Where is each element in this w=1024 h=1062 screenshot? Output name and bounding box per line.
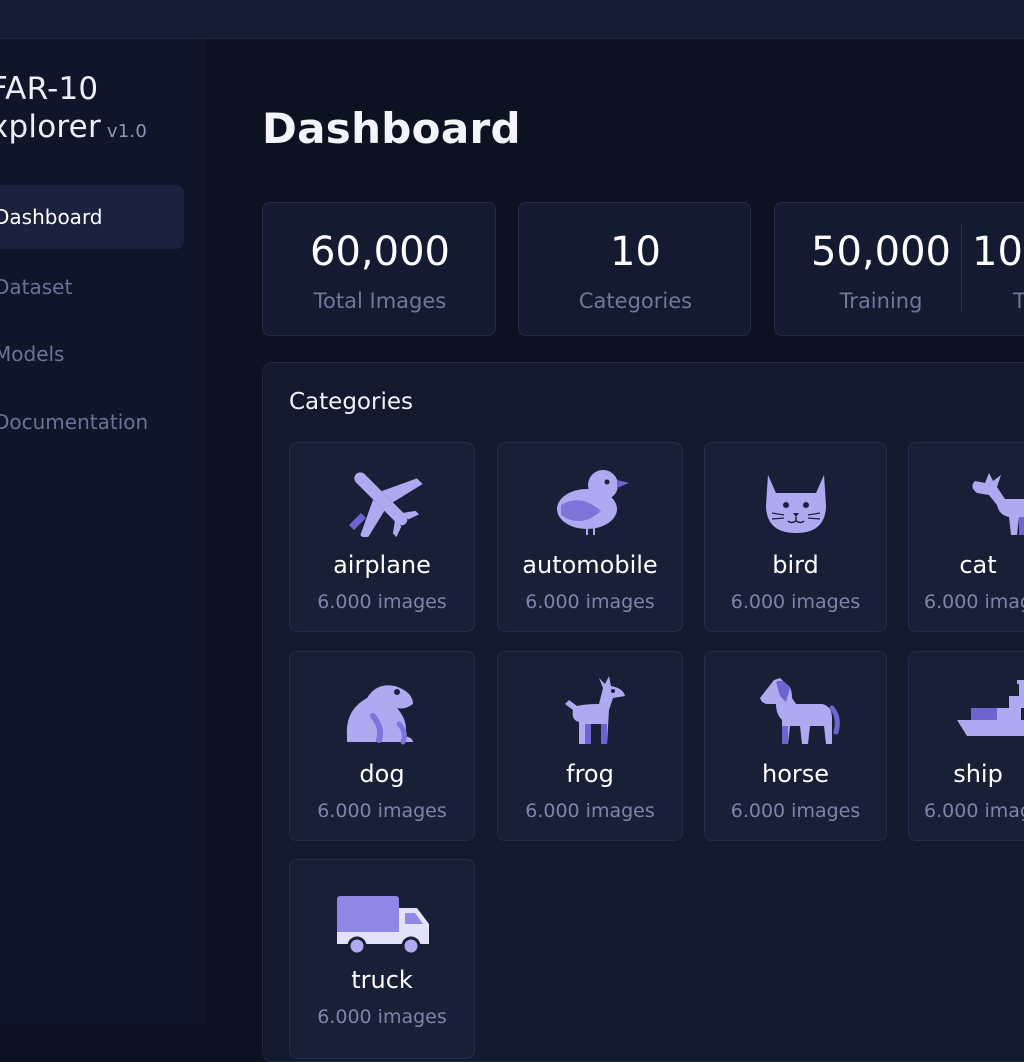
airplane-icon [349,472,423,537]
category-name: horse [761,760,830,788]
category-name: frog [566,760,614,788]
stat-card-categories: 10 Categories [518,202,751,336]
sidebar-item-documentation[interactable]: Documentation [0,390,184,454]
category-card-dog[interactable]: dog 6.000 images [289,651,475,841]
category-count: 6.000 imag [924,591,1024,613]
category-count: 6.000 images [730,800,861,822]
category-count: 6.000 images [317,1006,447,1028]
horse-icon [760,678,840,744]
category-count: 6.000 images [317,800,447,822]
top-bar [0,0,1024,39]
deer-icon [565,676,625,744]
app-title-line2: xplorer v1.0 [0,108,147,151]
category-card-ship[interactable]: ship 6.000 imag [908,651,1024,841]
frog-icon [346,685,413,745]
stat-value: 10 [610,229,661,275]
ship-icon [957,680,1024,736]
sidebar-item-label: Dataset [0,275,73,299]
stat-value-test: 10, [972,229,1024,275]
category-card-airplane[interactable]: airplane 6.000 images [289,442,475,632]
category-card-cat[interactable]: cat 6.000 imag [908,442,1024,632]
category-card-frog[interactable]: frog 6.000 images [497,651,683,841]
truck-icon [337,896,429,956]
sidebar-item-label: Documentation [0,410,149,434]
categories-heading: Categories [289,389,413,415]
stat-divider [961,223,962,311]
sidebar-item-dashboard[interactable]: Dashboard [0,185,184,249]
stat-label-test: T [1013,289,1024,313]
app-version: v1.0 [106,121,147,142]
category-name: cat [959,551,997,579]
stat-value-training: 50,000 [811,229,951,275]
stat-label-training: Training [839,289,923,313]
category-card-horse[interactable]: horse 6.000 images [704,651,887,841]
category-count: 6.000 images [525,591,655,613]
category-card-bird[interactable]: bird 6.000 images [704,442,887,632]
category-name: airplane [333,551,431,579]
category-count: 6.000 images [525,800,655,822]
category-count: 6.000 images [730,591,861,613]
stat-value: 60,000 [310,229,450,275]
sidebar-item-models[interactable]: Models [0,322,184,386]
sidebar-item-label: Models [0,342,65,366]
page-title: Dashboard [262,104,521,153]
stat-card-total-images: 60,000 Total Images [262,202,496,336]
bird-icon [557,470,629,535]
deer-icon [972,473,1024,535]
category-name: truck [351,966,413,994]
app-title-name: xplorer [0,109,101,145]
sidebar-item-label: Dashboard [0,205,103,229]
category-card-automobile[interactable]: automobile 6.000 images [497,442,683,632]
app-title-line1: FAR-10 [0,71,99,107]
stat-label: Categories [578,289,693,313]
category-name: ship [953,760,1003,788]
category-count: 6.000 imag [924,800,1024,822]
stat-label: Total Images [313,289,447,313]
category-card-truck[interactable]: truck 6.000 images [289,859,475,1059]
sidebar-item-dataset[interactable]: Dataset [0,255,184,319]
category-name: automobile [522,551,658,579]
category-name: dog [359,760,405,788]
app-title: FAR-10 xplorer v1.0 [0,70,147,151]
stat-card-training-test: 50,000 Training 10, T [774,202,1024,336]
category-name: bird [772,551,819,579]
cat-icon [766,475,826,533]
category-count: 6.000 images [317,591,447,613]
